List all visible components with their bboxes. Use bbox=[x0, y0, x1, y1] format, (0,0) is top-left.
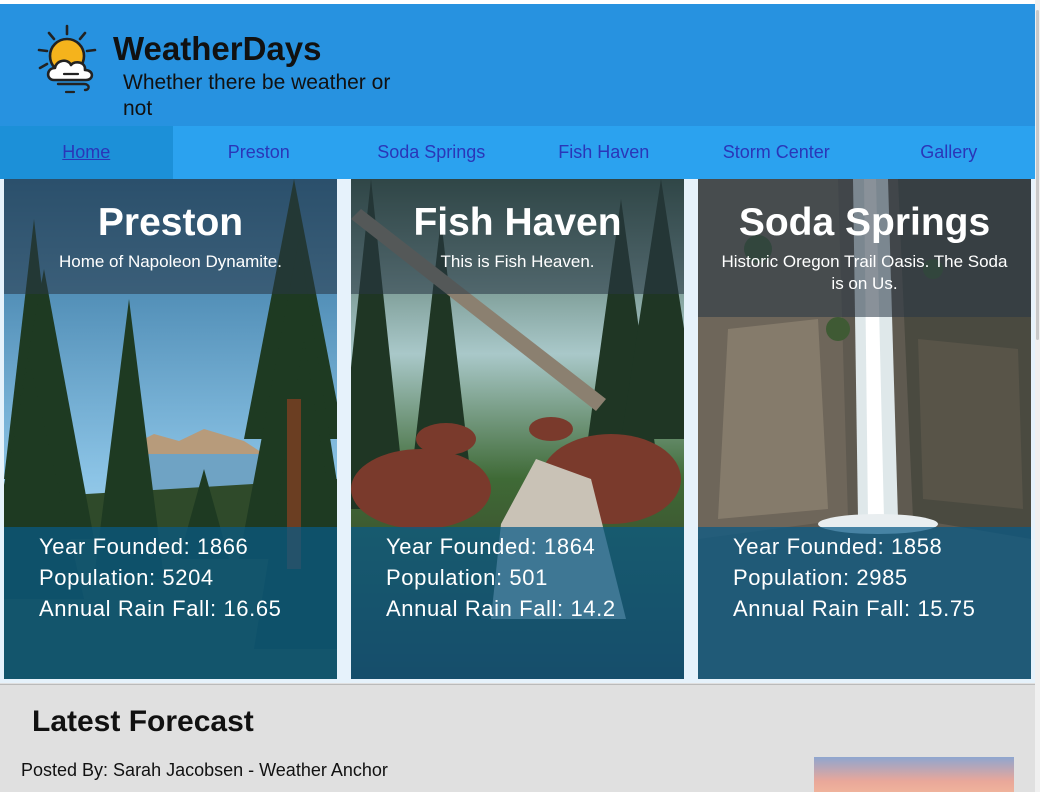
sun-cloud-wind-icon bbox=[37, 24, 97, 94]
stat-year-founded: Year Founded: 1864 bbox=[386, 534, 596, 559]
town-card-fish-haven[interactable]: Fish Haven This is Fish Heaven. Year Fou… bbox=[351, 179, 684, 679]
forecast-sky-image bbox=[814, 757, 1014, 792]
town-card-preston[interactable]: Preston Home of Napoleon Dynamite. Year … bbox=[4, 179, 337, 679]
stat-population: Population: 5204 bbox=[39, 565, 214, 590]
card-heading: Fish Haven This is Fish Heaven. bbox=[351, 179, 684, 273]
card-heading: Preston Home of Napoleon Dynamite. bbox=[4, 179, 337, 273]
nav-fish-haven[interactable]: Fish Haven bbox=[518, 126, 691, 179]
town-card-soda-springs[interactable]: Soda Springs Historic Oregon Trail Oasis… bbox=[698, 179, 1031, 679]
site-title: WeatherDays bbox=[113, 30, 322, 67]
nav-gallery[interactable]: Gallery bbox=[863, 126, 1036, 179]
stat-population: Population: 501 bbox=[386, 565, 548, 590]
nav-soda-springs[interactable]: Soda Springs bbox=[345, 126, 518, 179]
page-scrollbar[interactable] bbox=[1035, 0, 1040, 792]
town-cards: Preston Home of Napoleon Dynamite. Year … bbox=[0, 179, 1035, 683]
card-heading: Soda Springs Historic Oregon Trail Oasis… bbox=[698, 179, 1031, 295]
card-city-name: Fish Haven bbox=[413, 201, 622, 244]
scrollbar-thumb[interactable] bbox=[1036, 10, 1039, 340]
forecast-heading: Latest Forecast bbox=[32, 705, 254, 738]
stat-year-founded: Year Founded: 1866 bbox=[39, 534, 249, 559]
card-motto: Historic Oregon Trail Oasis. The Soda is… bbox=[721, 252, 1008, 293]
latest-forecast-section: Latest Forecast Posted By: Sarah Jacobse… bbox=[0, 684, 1035, 792]
nav-storm-center[interactable]: Storm Center bbox=[690, 126, 863, 179]
stat-rain-fall: Annual Rain Fall: 16.65 bbox=[39, 596, 282, 621]
card-city-name: Soda Springs bbox=[738, 201, 991, 244]
forecast-posted-by: Posted By: Sarah Jacobsen - Weather Anch… bbox=[21, 760, 388, 780]
main-nav: Home Preston Soda Springs Fish Haven Sto… bbox=[0, 126, 1035, 179]
site-tagline: Whether there be weather or not bbox=[123, 71, 391, 120]
stat-rain-fall: Annual Rain Fall: 14.2 bbox=[386, 596, 616, 621]
page: WeatherDays Whether there be weather or … bbox=[0, 4, 1035, 792]
card-stats: Year Founded: 1858 Population: 2985 Annu… bbox=[698, 527, 1031, 679]
card-stats: Year Founded: 1864 Population: 501 Annua… bbox=[351, 527, 684, 679]
nav-home[interactable]: Home bbox=[0, 126, 173, 179]
stat-year-founded: Year Founded: 1858 bbox=[733, 534, 943, 559]
card-motto: This is Fish Heaven. bbox=[440, 252, 595, 271]
card-city-name: Preston bbox=[97, 201, 244, 244]
nav-preston[interactable]: Preston bbox=[173, 126, 346, 179]
card-stats: Year Founded: 1866 Population: 5204 Annu… bbox=[4, 527, 337, 679]
card-motto: Home of Napoleon Dynamite. bbox=[58, 252, 282, 271]
stat-rain-fall: Annual Rain Fall: 15.75 bbox=[733, 596, 976, 621]
stat-population: Population: 2985 bbox=[733, 565, 908, 590]
site-header: WeatherDays Whether there be weather or … bbox=[0, 4, 1035, 126]
